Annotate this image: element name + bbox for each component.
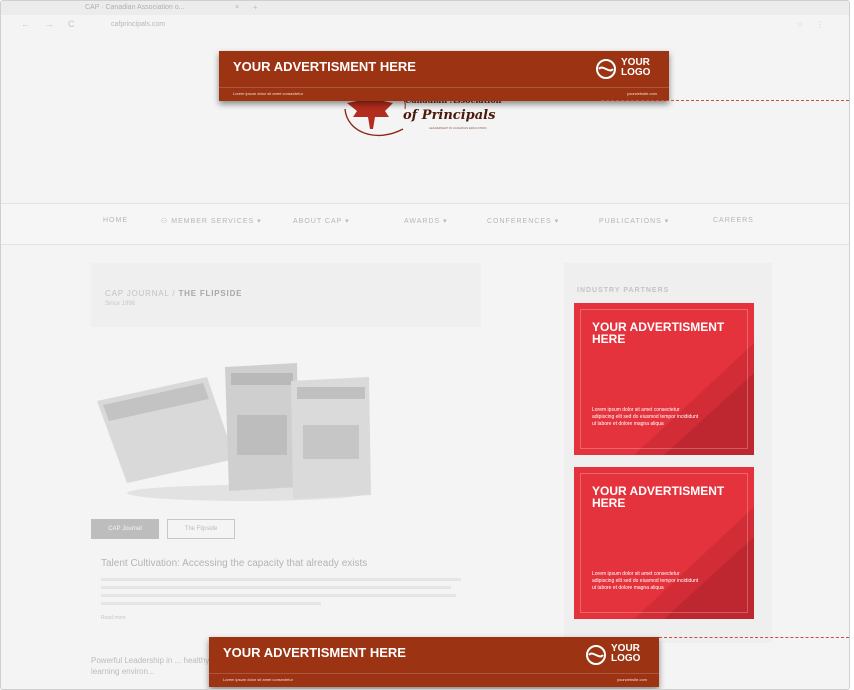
magazines-image xyxy=(97,363,371,501)
logo-line2: of Principals xyxy=(403,108,496,123)
user-icon: ⚇ xyxy=(161,218,172,225)
nav-publications[interactable]: PUBLICATIONS ▾ xyxy=(599,217,669,225)
banner-title: YOUR ADVERTISMENT HERE xyxy=(223,645,406,660)
cap-journal-button[interactable]: CAP Journal xyxy=(91,519,159,539)
swirl-logo-icon xyxy=(596,59,616,79)
bottom-leader-line xyxy=(659,637,849,638)
banner-logo-text: YOUR LOGO xyxy=(611,644,640,664)
article2-title[interactable]: Powerful Leadership in ... healthy learn… xyxy=(91,655,211,677)
logo-tagline: LEADERSHIP IN CANADIAN EDUCATION xyxy=(429,126,487,130)
side-ad-text: Lorem ipsum dolor sit amet consectetur a… xyxy=(592,571,699,591)
banner-logo-line2: LOGO xyxy=(611,653,641,664)
chevron-down-icon: ▾ xyxy=(551,218,560,225)
article-title[interactable]: Talent Cultivation: Accessing the capaci… xyxy=(101,558,367,569)
new-tab-button[interactable]: + xyxy=(253,1,258,15)
side-ad-2[interactable]: YOUR ADVERTISMENT HERE Lorem ipsum dolor… xyxy=(574,467,754,619)
nav-about-label: ABOUT CAP xyxy=(293,218,343,225)
tab-bar: CAP · Canadian Association o... × + xyxy=(1,1,849,15)
side-ad-1[interactable]: YOUR ADVERTISMENT HERE Lorem ipsum dolor… xyxy=(574,303,754,455)
article-excerpt-line xyxy=(101,586,451,589)
banner-title: YOUR ADVERTISMENT HERE xyxy=(233,59,416,74)
side-ad-title: YOUR ADVERTISMENT HERE xyxy=(592,484,725,510)
toolbar-icons[interactable]: ☆ ⋮ xyxy=(797,20,829,29)
nav-about[interactable]: ABOUT CAP ▾ xyxy=(293,217,350,225)
tab-title: CAP · Canadian Association o... xyxy=(85,4,185,11)
side-ad-title: YOUR ADVERTISMENT HERE xyxy=(592,320,725,346)
banner-divider xyxy=(219,87,669,88)
page-subtitle: Since 1996 xyxy=(105,301,136,307)
top-leader-line xyxy=(601,100,849,101)
side-ad-text: Lorem ipsum dolor sit amet consectetur a… xyxy=(592,407,699,427)
chevron-down-icon: ▾ xyxy=(440,218,448,225)
banner-url: yourwebsite.com xyxy=(616,677,647,682)
breadcrumb: CAP JOURNAL / THE FLIPSIDE xyxy=(105,289,242,298)
breadcrumb-current: THE FLIPSIDE xyxy=(178,289,243,298)
browser-window: CAP · Canadian Association o... × + ← → … xyxy=(0,0,850,690)
nav-member-services[interactable]: ⚇ MEMBER SERVICES ▾ xyxy=(161,217,262,225)
banner-logo-line2: LOGO xyxy=(621,67,651,78)
banner-subtitle: Lorem ipsum dolor sit amet consectetur xyxy=(223,677,294,682)
nav-conferences-label: CONFERENCES xyxy=(487,218,552,225)
nav-publications-label: PUBLICATIONS xyxy=(599,218,662,225)
bottom-banner-ad[interactable]: YOUR ADVERTISMENT HERE Lorem ipsum dolor… xyxy=(209,637,659,687)
nav-buttons[interactable]: ← → C xyxy=(21,19,81,29)
nav-member-services-label: MEMBER SERVICES xyxy=(171,218,255,225)
sidebar-title: INDUSTRY PARTNERS xyxy=(577,287,670,294)
swirl-logo-icon xyxy=(586,645,606,665)
nav-conferences[interactable]: CONFERENCES ▾ xyxy=(487,217,559,225)
browser-tab[interactable]: CAP · Canadian Association o... × xyxy=(85,1,245,15)
nav-awards[interactable]: AWARDS ▾ xyxy=(404,217,448,225)
chevron-down-icon: ▾ xyxy=(342,218,350,225)
chevron-down-icon: ▾ xyxy=(254,218,262,225)
banner-url: yourwebsite.com xyxy=(626,91,657,96)
flipside-button[interactable]: The Flipside xyxy=(167,519,235,539)
breadcrumb-parent[interactable]: CAP JOURNAL / xyxy=(105,289,178,298)
address-bar[interactable]: cafprincipals.com xyxy=(111,21,165,28)
article-excerpt-line xyxy=(101,594,456,597)
banner-subtitle: Lorem ipsum dolor sit amet consectetur xyxy=(233,91,304,96)
chevron-down-icon: ▾ xyxy=(661,218,670,225)
close-tab-icon[interactable]: × xyxy=(235,1,239,15)
article-excerpt-line xyxy=(101,578,461,581)
article-excerpt-line xyxy=(101,602,321,605)
banner-logo: YOUR LOGO xyxy=(595,58,655,84)
banner-logo: YOUR LOGO xyxy=(585,644,645,670)
top-banner-ad[interactable]: YOUR ADVERTISMENT HERE Lorem ipsum dolor… xyxy=(219,51,669,101)
nav-awards-label: AWARDS xyxy=(404,218,441,225)
nav-home[interactable]: HOME xyxy=(103,217,128,224)
banner-divider xyxy=(209,673,659,674)
browser-toolbar: ← → C cafprincipals.com ☆ ⋮ xyxy=(1,15,849,38)
nav-careers[interactable]: CAREERS xyxy=(713,217,754,224)
banner-logo-text: YOUR LOGO xyxy=(621,58,650,78)
read-more-link[interactable]: Read more xyxy=(101,615,126,621)
